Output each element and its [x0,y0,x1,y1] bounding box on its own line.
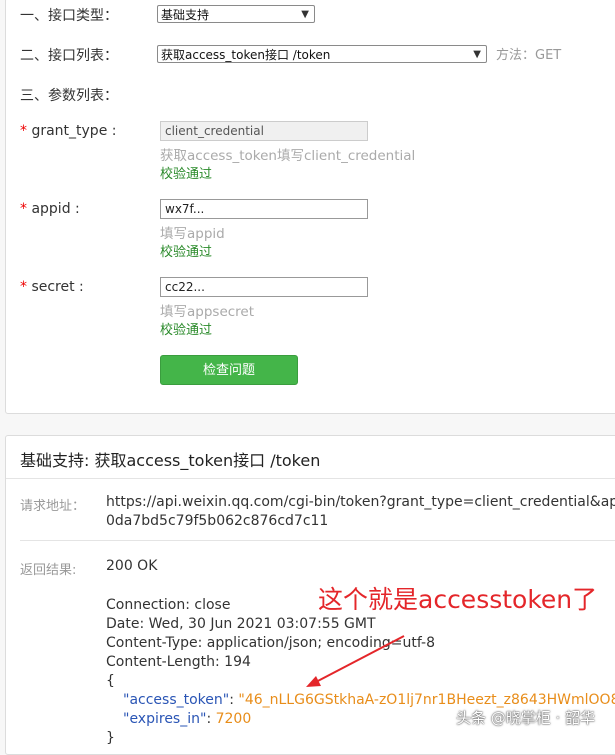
annotation-text: 这个就是accesstoken了 [318,585,598,614]
secret-label: * secret : [20,279,84,295]
watermark: 头条 @晓掌柜 · 韶华 [456,709,596,727]
json-access-token-line: "access_token": "46_nLLG6GStkhaA-zO1lj7n… [123,692,615,708]
header-line: Connection: close [106,597,231,613]
chevron-down-icon: ▼ [473,49,481,60]
chevron-down-icon: ▼ [301,9,309,20]
appid-label: * appid : [20,201,80,217]
access-token-value: "46_nLLG6GStkhaA-zO1lj7nr1BHeezt_z8643HW… [238,692,615,708]
field-name: grant_type : [31,123,117,139]
request-url-line2: 0da7bd5c79f5b062c876cd7c11 [106,513,329,529]
expires-in-value: 7200 [215,711,252,727]
required-mark: * [20,123,27,139]
json-expires-line: "expires_in": 7200 [123,711,251,727]
appid-input[interactable]: wx7f... [160,199,368,219]
json-colon: : [229,692,239,708]
json-brace-close: } [106,730,115,746]
grant-type-hint: 获取access_token填写client_credential [160,148,416,164]
json-colon: : [206,711,216,727]
secret-input[interactable]: cc22... [160,277,368,297]
return-label: 返回结果: [20,563,77,578]
appid-hint: 填写appid [160,226,225,242]
check-button[interactable]: 检查问题 [160,355,298,385]
required-mark: * [20,279,27,295]
json-key: "access_token" [123,692,230,708]
interface-type-label: 一、接口类型： [20,8,118,24]
secret-hint: 填写appsecret [160,304,255,320]
grant-type-status: 校验通过 [160,167,213,182]
status-text: 200 OK [106,558,158,574]
field-name: appid : [31,201,80,217]
grant-type-input[interactable]: client_credential [160,121,368,141]
header-line: Content-Length: 194 [106,654,251,670]
field-name: secret : [31,279,84,295]
interface-list-select[interactable]: 获取access_token接口 /token ▼ [157,45,487,63]
result-title: 基础支持: 获取access_token接口 /token [20,451,321,470]
divider [20,540,615,541]
secret-status: 校验通过 [160,323,213,338]
interface-type-value: 基础支持 [161,8,210,22]
request-url-line1: https://api.weixin.qq.com/cgi-bin/token?… [106,494,615,510]
params-label: 三、参数列表： [20,88,118,104]
json-brace-open: { [106,673,115,689]
method-text: 方法：GET [496,48,562,63]
required-mark: * [20,201,27,217]
divider [6,478,615,479]
interface-list-value: 获取access_token接口 /token [161,48,331,62]
request-label: 请求地址： [20,499,86,514]
json-key: "expires_in" [123,711,207,727]
interface-list-label: 二、接口列表： [20,48,118,64]
interface-type-select[interactable]: 基础支持 ▼ [157,5,315,23]
annotation-arrow-icon [306,635,405,687]
grant-type-label: * grant_type : [20,123,116,139]
appid-status: 校验通过 [160,245,213,260]
